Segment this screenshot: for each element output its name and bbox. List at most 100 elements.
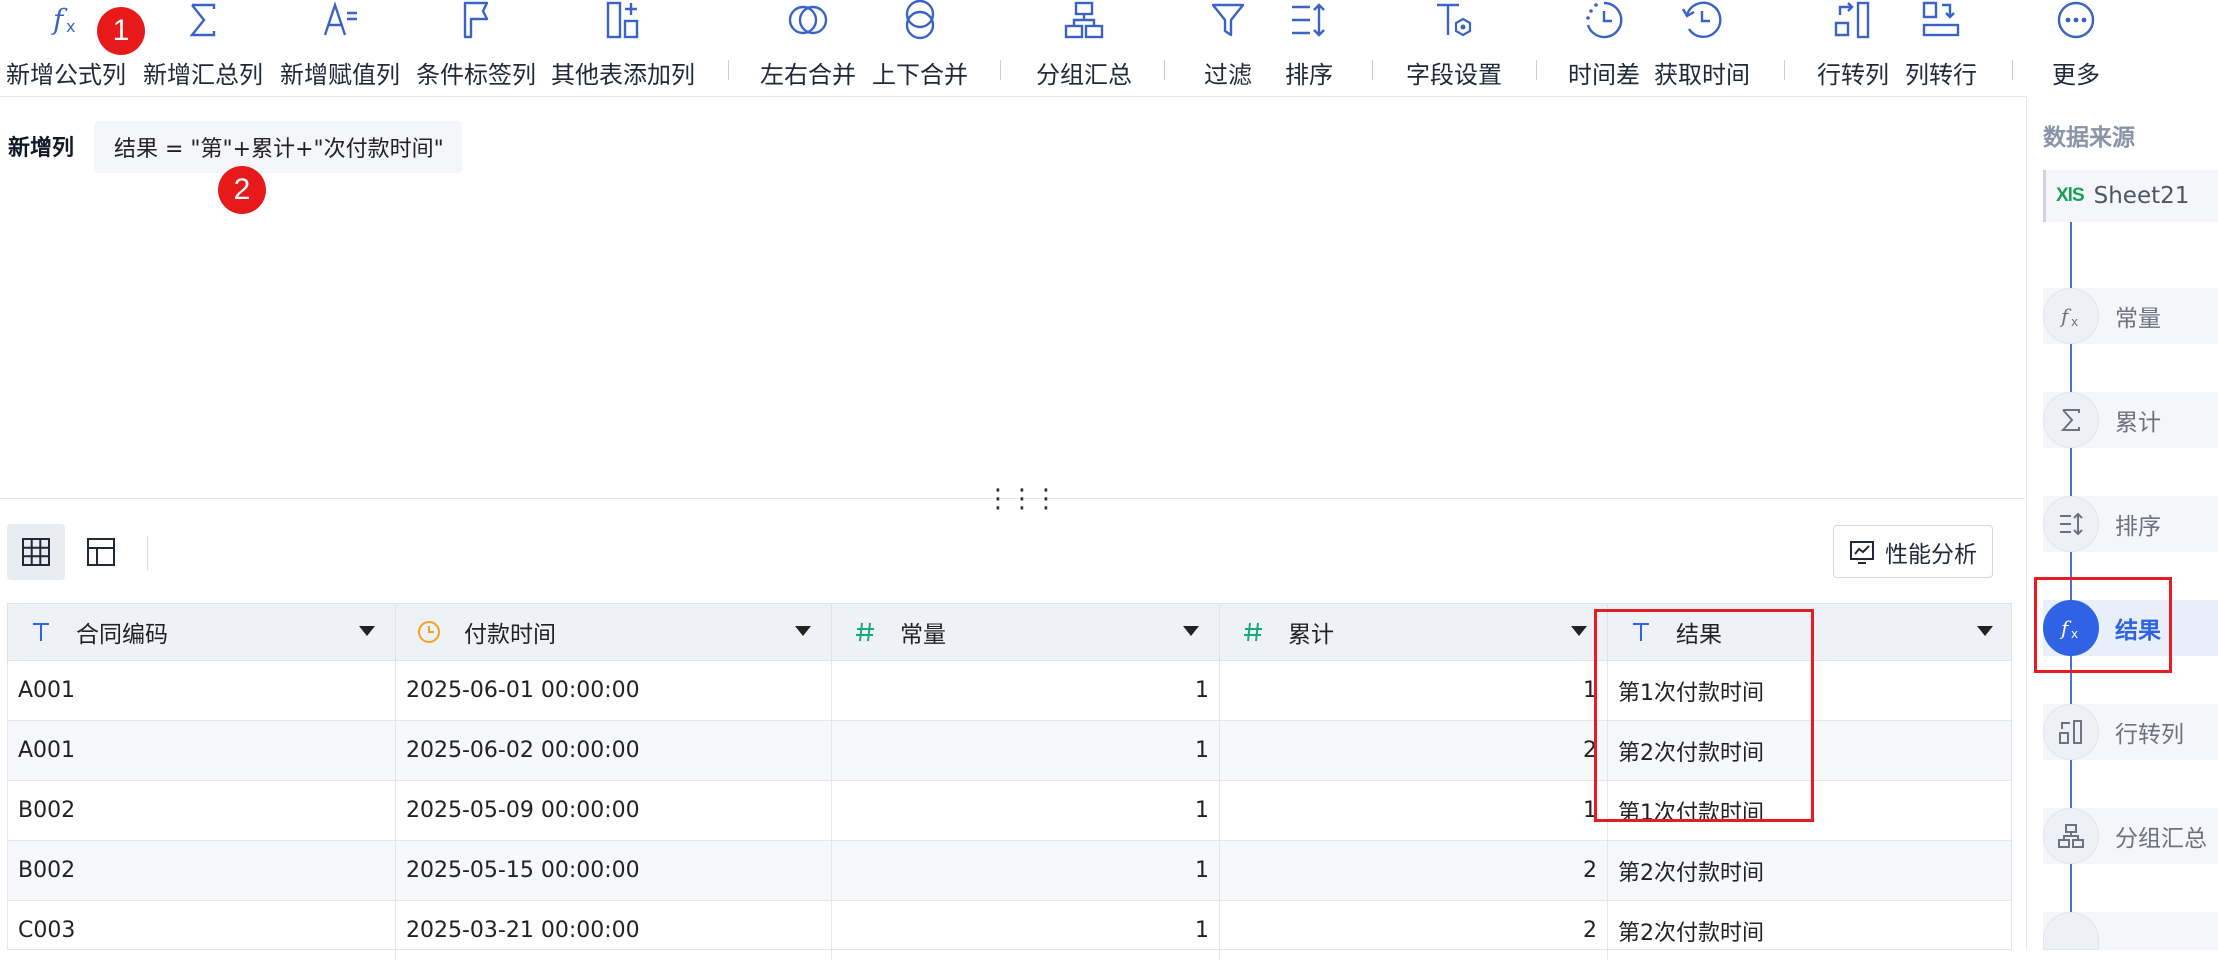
column-to-row-button[interactable]: 列转行 bbox=[1904, 0, 1978, 96]
xls-icon: XlS bbox=[2056, 185, 2085, 206]
assign-icon bbox=[319, 0, 361, 40]
column-header-constant[interactable]: 常量 bbox=[832, 604, 1220, 660]
monitor-chart-icon bbox=[1850, 540, 1874, 564]
cell-payment-time[interactable]: 2025-06-01 00:00:00 bbox=[396, 661, 832, 720]
cell-constant[interactable]: 1 bbox=[832, 781, 1220, 840]
cell-result[interactable]: 第2次付款时间 bbox=[1608, 841, 2013, 900]
cell-contract-code[interactable]: B002 bbox=[8, 781, 396, 840]
table-row: B002 2025-05-15 00:00:00 1 2 第2次付款时间 bbox=[7, 841, 2012, 901]
sort-button[interactable]: 排序 bbox=[1278, 0, 1340, 96]
column-dropdown-icon[interactable] bbox=[1977, 626, 1993, 636]
performance-analysis-button[interactable]: 性能分析 bbox=[1833, 525, 1993, 578]
data-flow-sidebar: 数据来源 XlS Sheet21 fx 常量 累计 排序 fx 结果 行转列 分… bbox=[2026, 96, 2218, 950]
clock-diff-icon bbox=[1583, 0, 1625, 40]
toolbar-divider bbox=[1372, 60, 1373, 80]
layout-icon bbox=[87, 538, 115, 566]
tag-flag-icon bbox=[455, 0, 497, 40]
group-summary-button[interactable]: 分组汇总 bbox=[1034, 0, 1134, 96]
text-type-icon bbox=[26, 621, 56, 643]
cell-payment-time[interactable]: 2025-05-09 00:00:00 bbox=[396, 781, 832, 840]
annotation-badge-1: 1 bbox=[97, 7, 145, 55]
source-node-sheet21[interactable]: XlS Sheet21 bbox=[2043, 170, 2218, 222]
sigma-icon bbox=[182, 0, 224, 40]
flow-node-cumulative[interactable]: 累计 bbox=[2043, 392, 2218, 448]
grid-view-button[interactable] bbox=[7, 524, 65, 580]
layout-view-button[interactable] bbox=[72, 524, 130, 580]
flow-node-group-summary[interactable]: 分组汇总 bbox=[2043, 808, 2218, 864]
flow-node-row-to-column[interactable]: 行转列 bbox=[2043, 704, 2218, 760]
flow-node-next-circle bbox=[2043, 912, 2099, 950]
number-type-icon bbox=[1238, 621, 1268, 643]
sort-icon bbox=[2043, 496, 2099, 552]
column-dropdown-icon[interactable] bbox=[1183, 626, 1199, 636]
cell-cumulative[interactable]: 2 bbox=[1220, 841, 1608, 900]
cell-constant[interactable]: 1 bbox=[832, 661, 1220, 720]
cell-constant[interactable]: 1 bbox=[832, 721, 1220, 780]
formula-icon: fx bbox=[2043, 288, 2099, 344]
toolbar-divider bbox=[1536, 60, 1537, 80]
sort-icon bbox=[1288, 0, 1330, 40]
cell-payment-time[interactable]: 2025-05-15 00:00:00 bbox=[396, 841, 832, 900]
formula-icon: fx bbox=[45, 0, 87, 40]
group-tree-icon bbox=[1063, 0, 1105, 40]
venn-vertical-icon bbox=[899, 0, 941, 40]
more-button[interactable]: 更多 bbox=[2038, 0, 2114, 96]
field-settings-button[interactable]: 字段设置 bbox=[1404, 0, 1504, 96]
cell-contract-code[interactable]: C003 bbox=[8, 901, 396, 960]
cell-cumulative[interactable]: 2 bbox=[1220, 901, 1608, 960]
number-type-icon bbox=[850, 621, 880, 643]
cell-payment-time[interactable]: 2025-06-02 00:00:00 bbox=[396, 721, 832, 780]
filter-button[interactable]: 过滤 bbox=[1198, 0, 1258, 96]
flow-node-next[interactable] bbox=[2043, 912, 2218, 950]
column-dropdown-icon[interactable] bbox=[359, 626, 375, 636]
cell-payment-time[interactable]: 2025-03-21 00:00:00 bbox=[396, 901, 832, 960]
add-column-icon bbox=[602, 0, 644, 40]
cell-constant[interactable]: 1 bbox=[832, 901, 1220, 960]
cell-cumulative[interactable]: 2 bbox=[1220, 721, 1608, 780]
flow-node-sort[interactable]: 排序 bbox=[2043, 496, 2218, 552]
sigma-icon bbox=[2043, 392, 2099, 448]
group-tree-icon bbox=[2043, 808, 2099, 864]
get-time-button[interactable]: 获取时间 bbox=[1652, 0, 1752, 96]
toolbar-divider bbox=[1164, 60, 1165, 80]
svg-text:x: x bbox=[2071, 315, 2078, 329]
condition-tag-column-button[interactable]: 条件标签列 bbox=[414, 0, 538, 96]
toolbar-divider bbox=[728, 60, 729, 80]
column-dropdown-icon[interactable] bbox=[795, 626, 811, 636]
col-to-row-icon bbox=[1920, 0, 1962, 40]
flow-node-constant[interactable]: fx 常量 bbox=[2043, 288, 2218, 344]
merge-vertical-button[interactable]: 上下合并 bbox=[870, 0, 970, 96]
toolbar-divider bbox=[1000, 60, 1001, 80]
row-to-column-button[interactable]: 行转列 bbox=[1816, 0, 1890, 96]
row-to-col-icon bbox=[1832, 0, 1874, 40]
time-difference-button[interactable]: 时间差 bbox=[1566, 0, 1642, 96]
svg-text:x: x bbox=[66, 17, 75, 36]
cell-constant[interactable]: 1 bbox=[832, 841, 1220, 900]
grid-icon bbox=[22, 538, 50, 566]
merge-horizontal-button[interactable]: 左右合并 bbox=[758, 0, 858, 96]
cell-cumulative[interactable]: 1 bbox=[1220, 781, 1608, 840]
add-summary-column-button[interactable]: 新增汇总列 bbox=[141, 0, 265, 96]
cell-cumulative[interactable]: 1 bbox=[1220, 661, 1608, 720]
column-dropdown-icon[interactable] bbox=[1571, 626, 1587, 636]
table-row: C003 2025-03-21 00:00:00 1 2 第2次付款时间 bbox=[7, 901, 2012, 960]
performance-analysis-label: 性能分析 bbox=[1885, 541, 1977, 568]
column-header-cumulative[interactable]: 累计 bbox=[1220, 604, 1608, 660]
cell-result[interactable]: 第2次付款时间 bbox=[1608, 901, 2013, 960]
toolbar-divider bbox=[1784, 60, 1785, 80]
view-divider bbox=[147, 536, 148, 570]
annotation-badge-2: 2 bbox=[218, 166, 266, 214]
drag-handle-icon[interactable]: ⋮⋮⋮ bbox=[985, 484, 1059, 514]
cell-contract-code[interactable]: A001 bbox=[8, 721, 396, 780]
venn-horizontal-icon bbox=[787, 0, 829, 40]
column-header-payment-time[interactable]: 付款时间 bbox=[396, 604, 832, 660]
add-assign-column-button[interactable]: 新增赋值列 bbox=[278, 0, 402, 96]
column-header-contract-code[interactable]: 合同编码 bbox=[8, 604, 396, 660]
cell-contract-code[interactable]: B002 bbox=[8, 841, 396, 900]
cell-contract-code[interactable]: A001 bbox=[8, 661, 396, 720]
clock-get-icon bbox=[1681, 0, 1723, 40]
formula-input[interactable]: 结果 = "第"+累计+"次付款时间" bbox=[94, 121, 462, 173]
add-column-from-other-table-button[interactable]: 其他表添加列 bbox=[550, 0, 696, 96]
funnel-icon bbox=[1207, 0, 1249, 40]
active-node-highlight bbox=[2034, 577, 2172, 673]
